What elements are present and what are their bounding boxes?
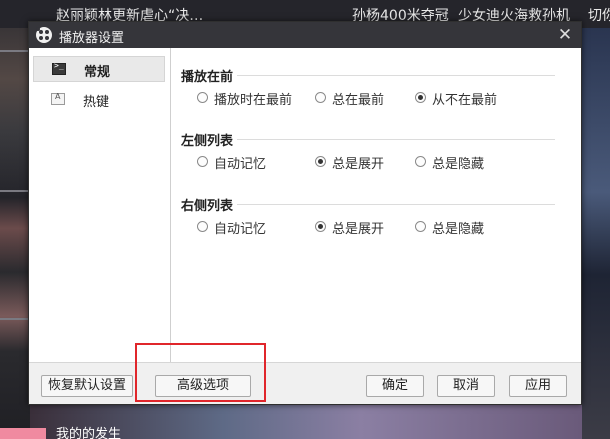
sidebar-item-hotkeys[interactable]: 热键 [33, 87, 165, 113]
terminal-icon [52, 61, 66, 75]
radio-label: 自动记忆 [214, 222, 267, 237]
group-title: 左侧列表 [181, 134, 234, 149]
dialog-titlebar[interactable]: 播放器设置 ✕ [29, 22, 581, 48]
radio-button[interactable] [415, 221, 426, 232]
background-headline[interactable]: 切你 [588, 5, 610, 25]
sidebar-item-label: 热键 [83, 95, 110, 110]
radio-label: 总是展开 [332, 157, 385, 172]
radio-button[interactable] [315, 221, 326, 232]
group-title: 播放在前 [181, 70, 234, 85]
radio-label: 总是隐藏 [432, 157, 485, 172]
background-left-thumbnails [0, 0, 30, 439]
apply-button[interactable]: 应用 [509, 375, 567, 397]
radio-button[interactable] [415, 92, 426, 103]
film-reel-icon [36, 27, 52, 43]
sidebar-item-general[interactable]: 常规 [33, 56, 165, 82]
close-button[interactable]: ✕ [555, 25, 575, 45]
advanced-options-button[interactable]: 高级选项 [155, 375, 251, 397]
radio-button[interactable] [197, 156, 208, 167]
dialog-body: 常规 热键 播放在前 播放时在最前 总在最前 [29, 48, 581, 404]
background-bottom-text: 我的的发生 [56, 427, 122, 439]
restore-defaults-button[interactable]: 恢复默认设置 [41, 375, 133, 397]
keyboard-icon [51, 92, 65, 105]
background-bottom-panel: 我的的发生 [30, 405, 582, 439]
settings-panel: 播放在前 播放时在最前 总在最前 从不在最前 左侧列表 自动记忆 总是展开 总是… [171, 48, 581, 362]
group-divider [237, 139, 555, 140]
dialog-title: 播放器设置 [59, 31, 125, 46]
cancel-button[interactable]: 取消 [437, 375, 495, 397]
radio-label: 总是展开 [332, 222, 385, 237]
radio-label: 播放时在最前 [214, 93, 293, 108]
radio-button[interactable] [197, 92, 208, 103]
radio-label: 总在最前 [332, 93, 385, 108]
sidebar-item-label: 常规 [84, 65, 111, 80]
radio-button[interactable] [315, 92, 326, 103]
background-pink-tag [0, 428, 46, 439]
background-right-panel [582, 28, 610, 439]
settings-sidebar: 常规 热键 [29, 48, 171, 362]
dialog-footer: 恢复默认设置 高级选项 确定 取消 应用 [29, 362, 581, 404]
radio-button[interactable] [415, 156, 426, 167]
ok-button[interactable]: 确定 [366, 375, 424, 397]
player-settings-dialog: 播放器设置 ✕ 常规 热键 播放在前 播放时在最前 [28, 21, 582, 405]
radio-button[interactable] [315, 156, 326, 167]
radio-label: 自动记忆 [214, 157, 267, 172]
radio-label: 从不在最前 [432, 93, 498, 108]
group-title: 右侧列表 [181, 199, 234, 214]
group-divider [237, 204, 555, 205]
radio-button[interactable] [197, 221, 208, 232]
radio-label: 总是隐藏 [432, 222, 485, 237]
group-divider [237, 75, 555, 76]
